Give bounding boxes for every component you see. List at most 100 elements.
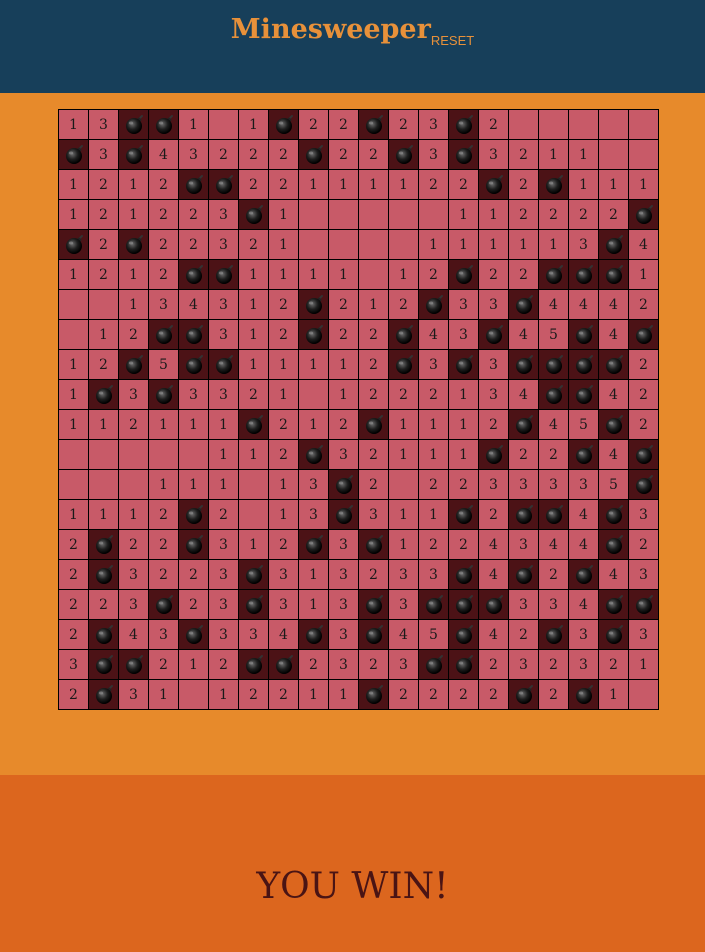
mine-cell[interactable]	[509, 350, 539, 380]
number-cell[interactable]: 1	[119, 260, 149, 290]
number-cell[interactable]: 2	[359, 560, 389, 590]
number-cell[interactable]: 2	[239, 170, 269, 200]
number-cell[interactable]: 3	[449, 290, 479, 320]
mine-cell[interactable]	[179, 500, 209, 530]
mine-cell[interactable]	[419, 290, 449, 320]
number-cell[interactable]: 1	[239, 110, 269, 140]
mine-cell[interactable]	[119, 110, 149, 140]
number-cell[interactable]: 1	[569, 170, 599, 200]
number-cell[interactable]: 2	[59, 530, 89, 560]
mine-cell[interactable]	[179, 260, 209, 290]
mine-cell[interactable]	[479, 320, 509, 350]
number-cell[interactable]: 2	[149, 200, 179, 230]
mine-cell[interactable]	[149, 320, 179, 350]
mine-cell[interactable]	[509, 290, 539, 320]
number-cell[interactable]: 3	[419, 110, 449, 140]
number-cell[interactable]: 2	[119, 410, 149, 440]
number-cell[interactable]: 1	[269, 200, 299, 230]
number-cell[interactable]: 2	[479, 500, 509, 530]
mine-cell[interactable]	[599, 590, 629, 620]
number-cell[interactable]: 3	[539, 590, 569, 620]
number-cell[interactable]: 2	[329, 320, 359, 350]
number-cell[interactable]: 3	[329, 560, 359, 590]
number-cell[interactable]: 1	[389, 440, 419, 470]
number-cell[interactable]: 1	[179, 650, 209, 680]
number-cell[interactable]: 1	[329, 350, 359, 380]
number-cell[interactable]: 1	[119, 170, 149, 200]
mine-cell[interactable]	[359, 590, 389, 620]
number-cell[interactable]: 1	[389, 260, 419, 290]
mine-cell[interactable]	[239, 560, 269, 590]
empty-cell[interactable]	[359, 230, 389, 260]
mine-cell[interactable]	[599, 620, 629, 650]
number-cell[interactable]: 2	[329, 290, 359, 320]
mine-cell[interactable]	[449, 620, 479, 650]
mine-cell[interactable]	[629, 200, 659, 230]
number-cell[interactable]: 1	[209, 680, 239, 710]
mine-cell[interactable]	[569, 440, 599, 470]
number-cell[interactable]: 2	[59, 590, 89, 620]
mine-cell[interactable]	[389, 140, 419, 170]
number-cell[interactable]: 1	[59, 350, 89, 380]
number-cell[interactable]: 1	[89, 500, 119, 530]
number-cell[interactable]: 2	[89, 350, 119, 380]
number-cell[interactable]: 3	[629, 560, 659, 590]
number-cell[interactable]: 3	[209, 560, 239, 590]
number-cell[interactable]: 2	[629, 290, 659, 320]
number-cell[interactable]: 1	[239, 350, 269, 380]
mine-cell[interactable]	[329, 500, 359, 530]
number-cell[interactable]: 2	[389, 380, 419, 410]
number-cell[interactable]: 2	[149, 260, 179, 290]
mine-cell[interactable]	[389, 320, 419, 350]
number-cell[interactable]: 4	[479, 620, 509, 650]
number-cell[interactable]: 4	[479, 560, 509, 590]
mine-cell[interactable]	[119, 230, 149, 260]
empty-cell[interactable]	[89, 440, 119, 470]
number-cell[interactable]: 2	[149, 650, 179, 680]
number-cell[interactable]: 1	[179, 110, 209, 140]
number-cell[interactable]: 3	[89, 110, 119, 140]
number-cell[interactable]: 2	[509, 170, 539, 200]
number-cell[interactable]: 1	[269, 380, 299, 410]
number-cell[interactable]: 3	[209, 230, 239, 260]
number-cell[interactable]: 1	[269, 500, 299, 530]
number-cell[interactable]: 2	[179, 230, 209, 260]
number-cell[interactable]: 4	[479, 530, 509, 560]
number-cell[interactable]: 5	[419, 620, 449, 650]
number-cell[interactable]: 3	[569, 620, 599, 650]
number-cell[interactable]: 3	[59, 650, 89, 680]
number-cell[interactable]: 1	[539, 230, 569, 260]
number-cell[interactable]: 2	[269, 410, 299, 440]
number-cell[interactable]: 1	[299, 560, 329, 590]
mine-cell[interactable]	[209, 350, 239, 380]
number-cell[interactable]: 1	[119, 500, 149, 530]
mine-cell[interactable]	[209, 170, 239, 200]
empty-cell[interactable]	[239, 500, 269, 530]
number-cell[interactable]: 4	[539, 530, 569, 560]
number-cell[interactable]: 3	[149, 290, 179, 320]
number-cell[interactable]: 4	[569, 590, 599, 620]
mine-cell[interactable]	[539, 620, 569, 650]
mine-cell[interactable]	[479, 440, 509, 470]
mine-cell[interactable]	[539, 350, 569, 380]
number-cell[interactable]: 3	[389, 650, 419, 680]
number-cell[interactable]: 2	[389, 680, 419, 710]
number-cell[interactable]: 2	[479, 680, 509, 710]
mine-cell[interactable]	[449, 560, 479, 590]
mine-cell[interactable]	[299, 140, 329, 170]
mine-cell[interactable]	[119, 650, 149, 680]
number-cell[interactable]: 1	[89, 320, 119, 350]
number-cell[interactable]: 1	[449, 380, 479, 410]
number-cell[interactable]: 2	[269, 680, 299, 710]
number-cell[interactable]: 1	[239, 530, 269, 560]
number-cell[interactable]: 4	[509, 320, 539, 350]
number-cell[interactable]: 1	[359, 170, 389, 200]
number-cell[interactable]: 2	[359, 320, 389, 350]
number-cell[interactable]: 3	[419, 140, 449, 170]
number-cell[interactable]: 2	[149, 170, 179, 200]
number-cell[interactable]: 2	[269, 320, 299, 350]
number-cell[interactable]: 3	[119, 680, 149, 710]
number-cell[interactable]: 2	[389, 290, 419, 320]
mine-cell[interactable]	[149, 110, 179, 140]
mine-cell[interactable]	[329, 470, 359, 500]
